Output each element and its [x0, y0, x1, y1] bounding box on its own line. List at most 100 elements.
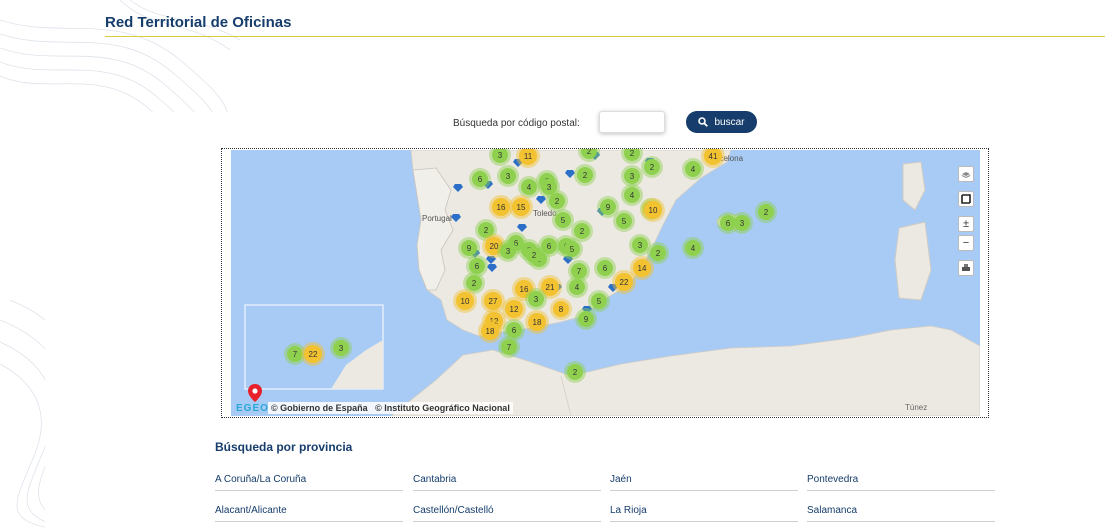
map-cluster[interactable]: 4 — [566, 276, 588, 298]
cluster-count: 3 — [506, 172, 511, 181]
attribution-gobierno[interactable]: © Gobierno de España — [271, 403, 368, 413]
map-cluster[interactable]: 10 — [641, 198, 665, 222]
frame-icon[interactable] — [958, 191, 974, 207]
map-cluster[interactable]: 2 — [641, 156, 663, 178]
province-link[interactable]: Jaén — [610, 466, 798, 491]
zoom-in-icon[interactable]: ± — [958, 216, 974, 232]
egeo-logo: EGEO — [236, 403, 269, 414]
office-marker-icon[interactable] — [517, 224, 527, 232]
map-cluster[interactable]: 22 — [301, 342, 325, 366]
cluster-count: 18 — [486, 327, 495, 336]
offices-map[interactable]: Portugal Toledo Barcelona 31126342161523… — [221, 148, 989, 418]
map-cluster[interactable]: 12 — [502, 297, 526, 321]
map-cluster[interactable]: 3 — [497, 240, 519, 262]
search-button-label: buscar — [714, 116, 745, 128]
cluster-count: 16 — [497, 203, 506, 212]
map-cluster[interactable]: 3 — [330, 337, 352, 359]
search-icon — [698, 117, 709, 127]
postal-search-label: Búsqueda por código postal: — [453, 118, 580, 129]
map-cluster[interactable]: 3 — [489, 149, 511, 166]
cluster-count: 2 — [587, 149, 592, 156]
province-link[interactable]: Salamanca — [807, 497, 995, 522]
map-cluster[interactable]: 2 — [578, 149, 600, 162]
cluster-count: 3 — [339, 344, 344, 353]
cluster-count: 2 — [573, 368, 578, 377]
map-cluster[interactable]: 5 — [613, 210, 635, 232]
map-cluster[interactable]: 2 — [574, 164, 596, 186]
cluster-count: 2 — [472, 279, 477, 288]
map-cluster[interactable]: 3 — [497, 165, 519, 187]
cluster-count: 4 — [691, 244, 696, 253]
map-cluster[interactable]: 7 — [498, 336, 520, 358]
print-icon[interactable] — [958, 260, 974, 276]
map-cluster[interactable]: 2 — [755, 201, 777, 223]
province-link[interactable]: Cantabria — [413, 466, 601, 491]
map-attribution: © Gobierno de España © Instituto Geográf… — [268, 402, 513, 414]
map-cluster[interactable]: 3 — [525, 288, 547, 310]
cluster-count: 2 — [650, 163, 655, 172]
map-cluster[interactable]: 18 — [478, 319, 502, 343]
map-cluster[interactable]: 6 — [469, 168, 491, 190]
cluster-count: 6 — [512, 326, 517, 335]
map-cluster[interactable]: 15 — [509, 195, 533, 219]
cluster-count: 4 — [691, 165, 696, 174]
map-cluster[interactable]: 8 — [550, 298, 572, 320]
province-link[interactable]: Alacant/Alicante — [215, 497, 403, 522]
map-cluster[interactable]: 9 — [575, 308, 597, 330]
cluster-count: 4 — [527, 183, 532, 192]
province-link[interactable]: A Coruña/La Coruña — [215, 466, 403, 491]
map-cluster[interactable]: 5 — [552, 209, 574, 231]
cluster-count: 14 — [638, 264, 647, 273]
cluster-count: 3 — [638, 241, 643, 250]
layers-icon[interactable] — [958, 166, 974, 182]
map-cluster[interactable]: 3 — [621, 165, 643, 187]
cluster-count: 7 — [507, 343, 512, 352]
map-cluster[interactable]: 22 — [612, 270, 636, 294]
map-cluster[interactable]: 10 — [453, 289, 477, 313]
search-button[interactable]: buscar — [686, 111, 757, 133]
cluster-count: 5 — [570, 245, 575, 254]
cluster-count: 3 — [630, 172, 635, 181]
province-link[interactable]: Castellón/Castelló — [413, 497, 601, 522]
map-cluster[interactable]: 2 — [546, 190, 568, 212]
map-cluster[interactable]: 6 — [594, 257, 616, 279]
map-cluster[interactable]: 41 — [701, 149, 725, 168]
map-cluster[interactable]: 4 — [682, 158, 704, 180]
map-cluster[interactable]: 4 — [682, 237, 704, 259]
province-link[interactable]: La Rioja — [610, 497, 798, 522]
cluster-count: 2 — [555, 197, 560, 206]
cluster-count: 5 — [561, 216, 566, 225]
attribution-ign[interactable]: © Instituto Geográfico Nacional — [375, 403, 510, 413]
postal-code-input[interactable] — [599, 111, 665, 133]
cluster-count: 2 — [583, 171, 588, 180]
cluster-count: 22 — [309, 350, 318, 359]
office-marker-icon[interactable] — [487, 264, 497, 272]
map-pin-icon — [248, 384, 262, 402]
office-marker-icon[interactable] — [451, 214, 461, 222]
office-marker-icon[interactable] — [565, 170, 575, 178]
map-cluster[interactable]: 5 — [561, 238, 583, 260]
cluster-count: 27 — [489, 297, 498, 306]
cluster-count: 9 — [584, 315, 589, 324]
map-cluster[interactable]: 5 — [588, 290, 610, 312]
map-cluster[interactable]: 4 — [621, 184, 643, 206]
label-tunez: Túnez — [905, 403, 928, 412]
cluster-count: 4 — [575, 283, 580, 292]
cluster-count: 9 — [467, 244, 472, 253]
map-cluster[interactable]: 18 — [525, 310, 549, 334]
zoom-out-icon[interactable]: − — [958, 235, 974, 251]
cluster-count: 2 — [580, 227, 585, 236]
map-cluster[interactable]: 2 — [621, 149, 643, 164]
cluster-layer[interactable]: 3112634216152322342964145262206329326551… — [222, 149, 990, 419]
cluster-count: 5 — [622, 217, 627, 226]
cluster-count: 2 — [532, 251, 537, 260]
map-cluster[interactable]: 6 — [538, 235, 560, 257]
map-cluster[interactable]: 2 — [564, 361, 586, 383]
cluster-count: 3 — [498, 151, 503, 160]
office-marker-icon[interactable] — [453, 184, 463, 192]
cluster-count: 5 — [597, 297, 602, 306]
office-marker-icon[interactable] — [536, 196, 546, 204]
map-cluster[interactable]: 3 — [731, 212, 753, 234]
cluster-count: 7 — [577, 267, 582, 276]
province-link[interactable]: Pontevedra — [807, 466, 995, 491]
